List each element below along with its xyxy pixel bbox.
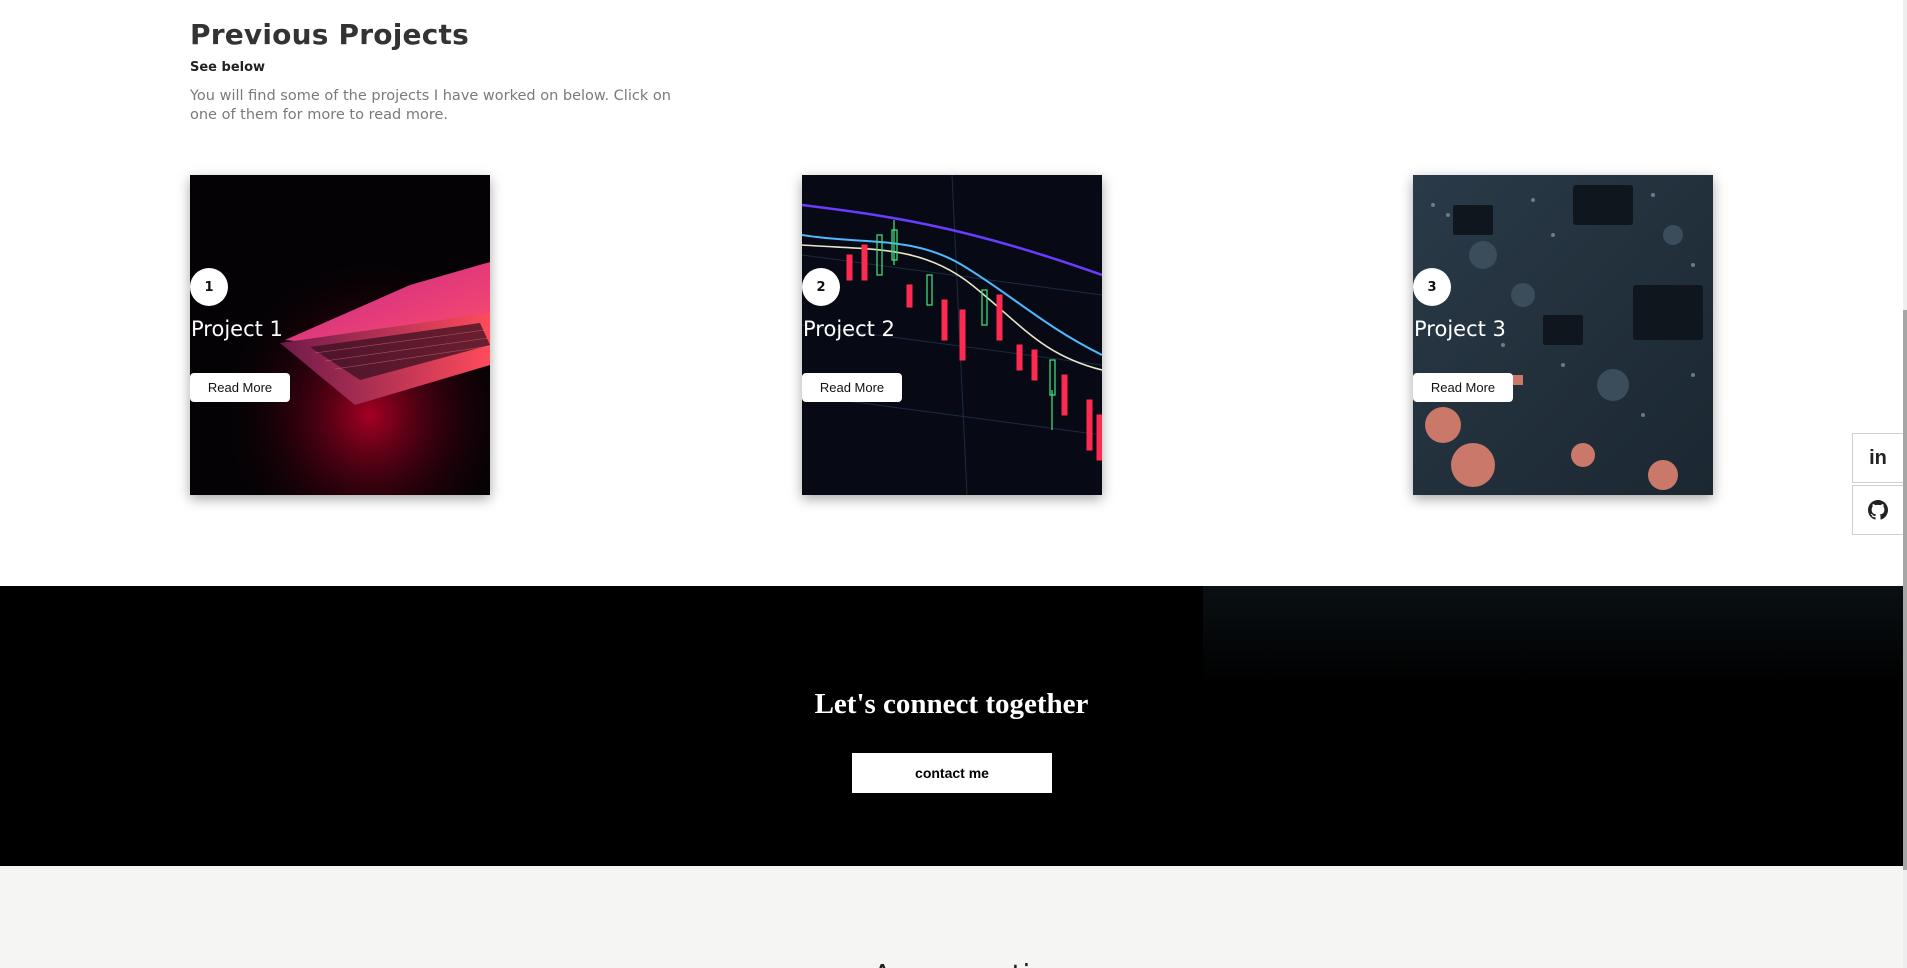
section-subtitle: See below <box>190 60 266 75</box>
section-description: You will find some of the projects I hav… <box>190 88 671 123</box>
linkedin-button[interactable]: in <box>1852 433 1904 483</box>
scrollbar[interactable] <box>1903 0 1907 968</box>
project-title: Project 2 <box>803 317 895 341</box>
read-more-button[interactable]: Read More <box>1413 373 1513 402</box>
project-number-badge: 3 <box>1413 268 1451 306</box>
project-card-3[interactable]: 3 Project 3 Read More <box>1413 175 1713 495</box>
github-icon <box>1868 500 1888 520</box>
scrollbar-thumb[interactable] <box>1903 310 1907 870</box>
read-more-button[interactable]: Read More <box>802 373 902 402</box>
connect-title: Let's connect together <box>814 688 1089 720</box>
project-title: Project 3 <box>1414 317 1506 341</box>
banner-background-image <box>1203 586 1903 686</box>
next-section-title: A __ __ __ ti <box>0 958 1903 968</box>
project-title: Project 1 <box>191 317 283 341</box>
contact-me-button[interactable]: contact me <box>852 753 1052 793</box>
section-title: Previous Projects <box>190 18 469 51</box>
projects-section: Previous Projects See below You will fin… <box>0 0 1903 586</box>
project-number-badge: 2 <box>802 268 840 306</box>
page: Previous Projects See below You will fin… <box>0 0 1907 968</box>
linkedin-icon: in <box>1869 446 1887 469</box>
read-more-button[interactable]: Read More <box>190 373 290 402</box>
next-section: A __ __ __ ti <box>0 866 1903 968</box>
github-button[interactable] <box>1852 485 1904 535</box>
connect-banner: Let's connect together contact me <box>0 586 1903 866</box>
project-card-1[interactable]: 1 Project 1 Read More <box>190 175 490 495</box>
project-number-badge: 1 <box>190 268 228 306</box>
project-card-2[interactable]: 2 Project 2 Read More <box>802 175 1102 495</box>
